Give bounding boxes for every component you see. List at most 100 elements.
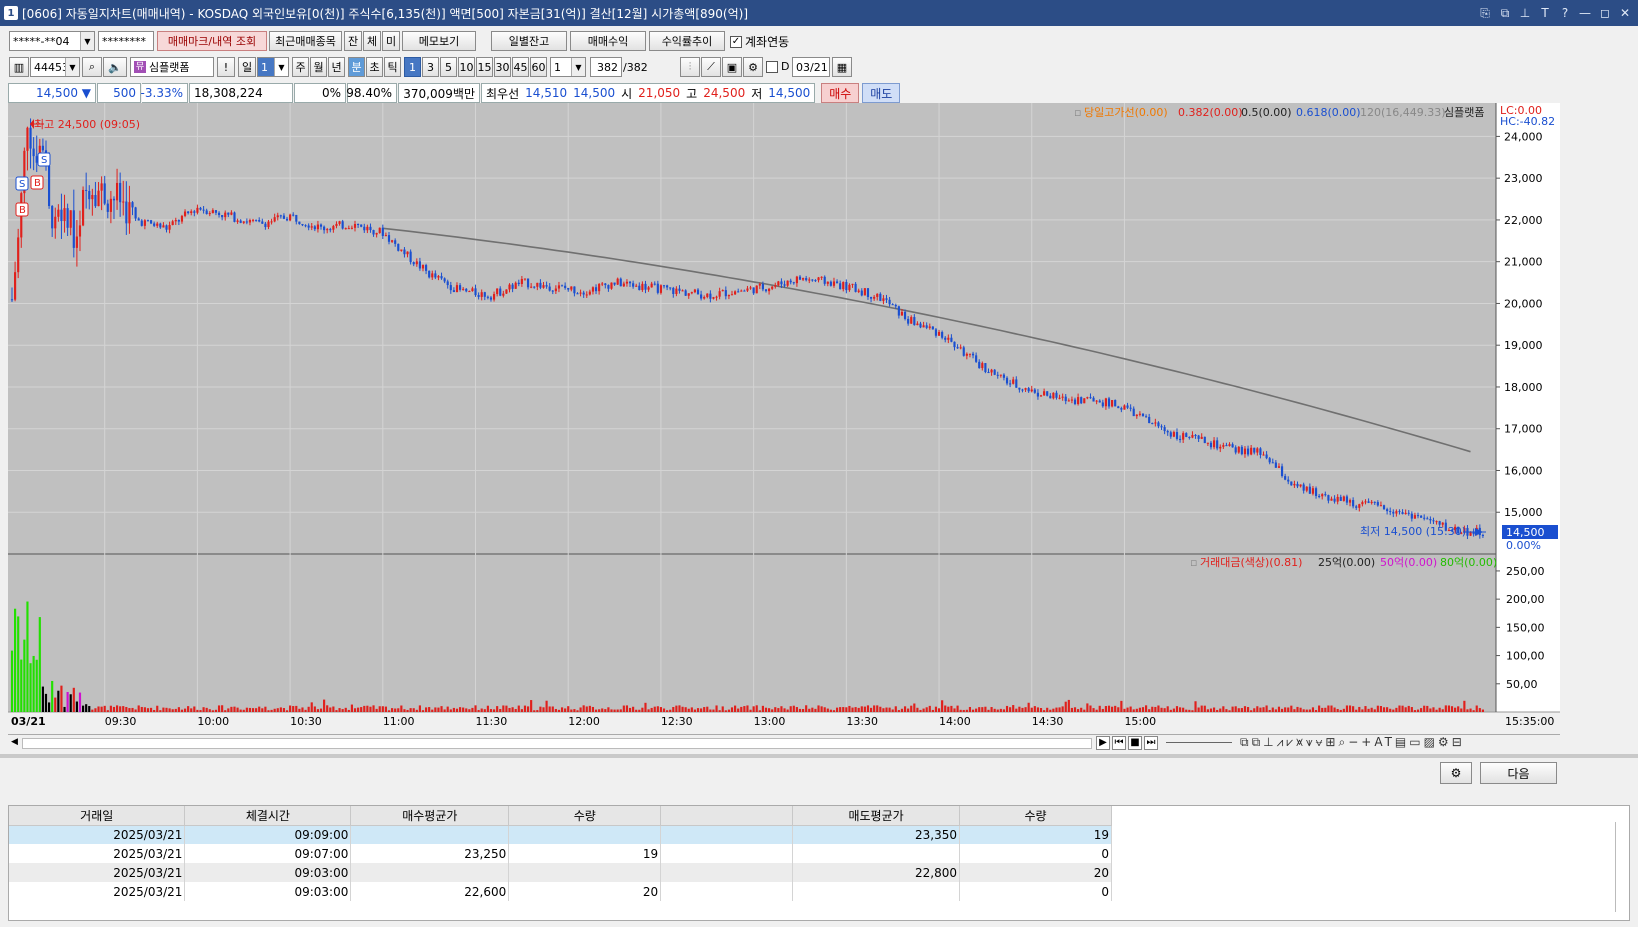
date-input[interactable]: 03/21 xyxy=(792,57,830,77)
legend-day-high[interactable]: 당일고가선(0.00) xyxy=(1084,105,1168,119)
buy-button[interactable]: 매수 xyxy=(821,83,860,103)
chevron-down-icon[interactable]: ▼ xyxy=(65,58,79,76)
interval-15-button[interactable]: 15 xyxy=(476,57,493,77)
recent-trades-button[interactable]: 최근매매종목 xyxy=(269,31,342,51)
account-select[interactable]: *****-**04 ▼ xyxy=(9,31,95,51)
draw-line-icon[interactable]: ⟋ xyxy=(701,57,721,77)
interval-3-button[interactable]: 3 xyxy=(422,57,439,77)
period-day-button[interactable]: 일 xyxy=(238,57,256,77)
period-tick-button[interactable]: 틱 xyxy=(384,57,401,77)
period-value-select[interactable]: 1 ▼ xyxy=(257,57,289,77)
calendar-icon[interactable]: ▦ xyxy=(832,57,852,77)
balance-button[interactable]: 잔 xyxy=(344,31,362,51)
chevron-down-icon[interactable]: ▼ xyxy=(80,32,94,50)
col-exec-time[interactable]: 체결시간 xyxy=(184,806,352,826)
settings-button[interactable]: ⚙ xyxy=(1440,762,1472,784)
table-row[interactable]: 2025/03/21 09:03:00 22,800 20 xyxy=(9,863,1112,882)
interval-value-select[interactable]: 1 ▼ xyxy=(550,57,586,77)
save-icon[interactable]: ▣ xyxy=(722,57,742,77)
fast-forward-icon[interactable]: ⏭ xyxy=(1144,736,1158,750)
vol-legend-25[interactable]: 25억(0.00) xyxy=(1318,556,1375,569)
stop-icon[interactable]: ■ xyxy=(1128,736,1142,750)
col-trade-date[interactable]: 거래일 xyxy=(9,806,186,826)
chevron-down-icon[interactable]: ▼ xyxy=(274,58,288,76)
period-second-button[interactable]: 초 xyxy=(366,57,383,77)
drawing-tools[interactable]: ⧉⧉⊥⩘⩗⩙⩛⩝⊞⌕−+AT▤▭▨⚙⊟ xyxy=(1240,735,1465,750)
table-row[interactable]: 2025/03/21 09:07:00 23,250 19 0 xyxy=(9,844,1112,863)
period-minute-button[interactable]: 분 xyxy=(348,57,365,77)
rewind-icon[interactable]: ⏮ xyxy=(1112,736,1126,750)
search-icon[interactable]: ⌕ xyxy=(82,57,102,77)
maximize-icon[interactable]: ◻ xyxy=(1596,4,1614,22)
candle-body xyxy=(1305,486,1308,491)
table-row[interactable]: 2025/03/21 09:09:00 23,350 19 xyxy=(9,825,1112,844)
gear-icon[interactable]: ⚙ xyxy=(743,57,763,77)
legend-382[interactable]: 0.382(0.00) xyxy=(1178,106,1243,119)
legend-618[interactable]: 0.618(0.00) xyxy=(1296,106,1361,119)
executed-button[interactable]: 체 xyxy=(363,31,381,51)
col-buy-qty[interactable]: 수량 xyxy=(508,806,662,826)
volume-bar xyxy=(418,705,421,712)
stock-code-input[interactable]: 444530 ▼ xyxy=(30,57,80,77)
buy-marker[interactable]: B xyxy=(15,202,29,217)
col-buy-avg[interactable]: 매수평균가 xyxy=(350,806,510,826)
interval-5-button[interactable]: 5 xyxy=(440,57,457,77)
interval-45-button[interactable]: 45 xyxy=(512,57,529,77)
next-button[interactable]: 다음 xyxy=(1480,762,1557,784)
legend-05[interactable]: 0.5(0.00) xyxy=(1241,106,1292,119)
layout-icon[interactable]: ▥ xyxy=(9,57,29,77)
buy-marker[interactable]: B xyxy=(30,175,44,190)
sell-marker[interactable]: S xyxy=(37,152,51,167)
vol-legend-80[interactable]: 80억(0.00) xyxy=(1440,556,1497,569)
minimize-icon[interactable]: — xyxy=(1576,4,1594,22)
checkbox-checked-icon[interactable]: ✓ xyxy=(730,35,742,48)
price-volume-chart[interactable]: 24,000 23,000 22,000 21,000 20,000 19,000 18,0… xyxy=(8,103,1560,745)
interval-10-button[interactable]: 10 xyxy=(458,57,475,77)
interval-1-button[interactable]: 1 xyxy=(404,57,421,77)
period-month-button[interactable]: 월 xyxy=(310,57,327,77)
d-checkbox[interactable] xyxy=(766,61,778,73)
speaker-icon[interactable]: 🔈 xyxy=(103,57,127,77)
interval-30-button[interactable]: 30 xyxy=(494,57,511,77)
return-trend-button[interactable]: 수익률추이 xyxy=(649,31,725,51)
col-blank[interactable] xyxy=(660,806,794,826)
volume-bar xyxy=(391,708,394,712)
vol-legend-main[interactable]: 거래대금(색상)(0.81) xyxy=(1200,556,1302,569)
pin-icon[interactable]: ⊥ xyxy=(1516,4,1534,22)
col-sell-avg[interactable]: 매도평균가 xyxy=(792,806,961,826)
vol-legend-50[interactable]: 50억(0.00) xyxy=(1380,556,1437,569)
sell-marker[interactable]: S xyxy=(15,176,29,191)
memo-view-button[interactable]: 메모보기 xyxy=(402,31,476,51)
help-icon[interactable]: ? xyxy=(1556,4,1574,22)
period-year-button[interactable]: 년 xyxy=(328,57,345,77)
restore-window-icon[interactable]: ⧉ xyxy=(1496,4,1514,22)
stock-name-field[interactable]: 뮤 심플랫폼 xyxy=(130,57,214,77)
chevron-down-icon[interactable]: ▼ xyxy=(571,58,585,76)
candle-icon[interactable]: ⫶ xyxy=(680,57,700,77)
play-icon[interactable]: ▶ xyxy=(1096,736,1110,750)
interval-60-button[interactable]: 60 xyxy=(530,57,547,77)
alert-button[interactable]: ! xyxy=(217,57,235,77)
chart-area[interactable]: 24,000 23,000 22,000 21,000 20,000 19,000 18,0… xyxy=(8,103,1560,745)
speed-slider[interactable] xyxy=(1166,742,1232,745)
col-sell-qty[interactable]: 수량 xyxy=(959,806,1112,826)
data-count-input[interactable]: 382 xyxy=(590,57,622,77)
trade-mark-query-button[interactable]: 매매마크/내역 조회 xyxy=(157,31,267,51)
table-scrollbar[interactable] xyxy=(1615,822,1627,912)
sell-button[interactable]: 매도 xyxy=(862,83,901,103)
scroll-left-icon[interactable]: ◀ xyxy=(11,737,18,747)
password-field[interactable]: ******** xyxy=(98,31,154,51)
splitter[interactable] xyxy=(0,754,1638,758)
font-icon[interactable]: T xyxy=(1536,4,1554,22)
table-row[interactable]: 2025/03/21 09:03:00 22,600 20 0 xyxy=(9,882,1112,901)
legend-stock[interactable]: 심플랫폼 xyxy=(1444,106,1484,119)
trade-profit-button[interactable]: 매매수익 xyxy=(570,31,646,51)
close-icon[interactable]: ✕ xyxy=(1616,4,1634,22)
daily-balance-button[interactable]: 일별잔고 xyxy=(491,31,567,51)
period-week-button[interactable]: 주 xyxy=(292,57,309,77)
chart-scrollbar[interactable] xyxy=(22,738,1092,749)
link-icon[interactable]: ⎘ xyxy=(1476,4,1494,22)
unexecuted-button[interactable]: 미 xyxy=(382,31,400,51)
account-link-checkbox[interactable]: ✓ 계좌연동 xyxy=(730,33,789,50)
legend-ma120[interactable]: 120(16,449.33) xyxy=(1360,106,1446,119)
